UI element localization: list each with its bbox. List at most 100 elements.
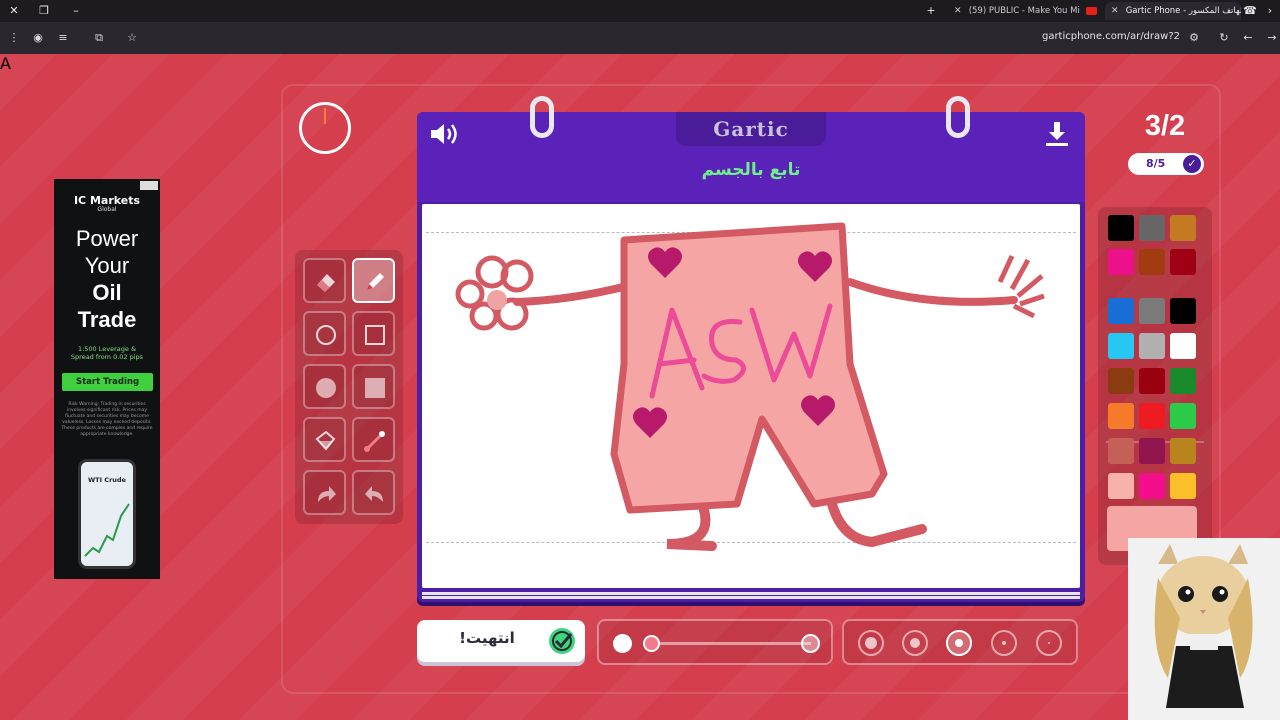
color-swatch[interactable] <box>1108 473 1134 499</box>
site-settings-icon[interactable]: ⚙ <box>1186 30 1202 46</box>
color-swatch[interactable] <box>1170 249 1196 275</box>
tab-search-icon[interactable]: › <box>1262 3 1278 19</box>
notebook-ring <box>946 96 970 138</box>
ad-badge-icon[interactable]: A <box>0 54 1280 73</box>
minimize-window-icon[interactable]: – <box>68 3 84 19</box>
notebook-ring <box>530 96 554 138</box>
fill-bucket-tool[interactable] <box>303 417 346 462</box>
close-tab-icon[interactable]: ✕ <box>954 2 966 20</box>
address-bar: ⋮ ◉ ≡ ⧉ ☆ garticphone.com/ar/draw?2 ⚙ ↻ … <box>0 22 1280 54</box>
profile-icon[interactable]: ☎ <box>1242 3 1258 19</box>
ad-chart-graphic <box>84 503 130 557</box>
check-circle-icon <box>549 628 575 654</box>
tab-search-list-icon[interactable]: ≡ <box>55 30 71 46</box>
ad-headline-line: Power <box>75 226 139 251</box>
color-swatch[interactable] <box>1139 298 1165 324</box>
square-outline-icon <box>365 325 385 345</box>
paper-edge <box>422 596 1080 599</box>
restore-window-icon[interactable]: ❐ <box>36 3 52 19</box>
line-tool[interactable] <box>352 417 395 462</box>
drawing-canvas[interactable] <box>422 204 1080 588</box>
pencil-icon <box>367 273 384 290</box>
opacity-option[interactable] <box>1036 630 1062 656</box>
color-swatch[interactable] <box>1170 403 1196 429</box>
ad-headline-line: Oil <box>92 280 122 305</box>
done-button[interactable]: انتهيت! <box>417 620 585 662</box>
paper-edge <box>422 592 1080 595</box>
undo-tool[interactable] <box>352 470 395 515</box>
color-swatch[interactable] <box>1170 473 1196 499</box>
pencil-tool[interactable] <box>352 258 395 303</box>
brush-size-large[interactable] <box>801 634 820 653</box>
tab-gartic-title: Gartic Phone - الهاتف المكسور <box>1125 6 1241 16</box>
ad-start-trading-button[interactable]: Start Trading <box>62 373 153 391</box>
round-counter: 3/2 <box>1144 110 1186 142</box>
brush-size-small[interactable] <box>613 634 632 653</box>
color-swatch[interactable] <box>1139 333 1165 359</box>
opacity-option[interactable] <box>991 630 1017 656</box>
color-swatch[interactable] <box>1108 333 1134 359</box>
tab-youtube[interactable]: ✕ (59) PUBLIC - Make You Mi <box>948 2 1102 20</box>
opacity-option-selected[interactable] <box>946 630 972 656</box>
ellipse-outline-tool[interactable] <box>303 311 346 356</box>
color-swatch[interactable] <box>1139 403 1165 429</box>
line-icon <box>364 431 385 452</box>
ad-phone-label: WTI Crude <box>88 476 126 484</box>
bookmark-star-icon[interactable]: ☆ <box>124 30 140 46</box>
color-swatch[interactable] <box>1108 438 1134 464</box>
color-swatch[interactable] <box>1139 473 1165 499</box>
gartic-logo: Gartic <box>676 112 826 146</box>
advertisement[interactable]: IC Markets Global Power Your Oil Trade 1… <box>54 179 160 579</box>
sound-toggle[interactable] <box>429 120 463 150</box>
opacity-option[interactable] <box>858 630 884 656</box>
tab-gartic[interactable]: ✕ Gartic Phone - الهاتف المكسور <box>1105 2 1241 20</box>
shorts-drawing <box>455 222 1045 551</box>
color-swatch[interactable] <box>1139 215 1165 241</box>
ad-leverage: 1:500 Leverage & Spread from 0.02 pips <box>54 345 160 361</box>
menu-dots-icon[interactable]: ⋮ <box>6 30 22 46</box>
color-swatch[interactable] <box>1108 368 1134 394</box>
color-swatch[interactable] <box>1108 249 1134 275</box>
drawing-notebook: Gartic تابع بالجسم <box>417 112 1085 602</box>
url-text[interactable]: garticphone.com/ar/draw?2 <box>1042 31 1180 42</box>
close-tab-icon[interactable]: ✕ <box>1111 2 1123 20</box>
ad-risk-warning: Risk Warning: Trading in securities invo… <box>61 402 153 437</box>
players-done-badge: 8/5 ✓ <box>1128 153 1204 175</box>
redo-tool[interactable] <box>303 470 346 515</box>
color-swatch[interactable] <box>1108 403 1134 429</box>
color-swatch[interactable] <box>1170 438 1196 464</box>
circle-filled-icon <box>316 378 336 398</box>
color-swatch[interactable] <box>1170 215 1196 241</box>
reload-icon[interactable]: ↻ <box>1216 30 1232 46</box>
brush-size-handle[interactable] <box>643 635 660 652</box>
download-button[interactable] <box>1043 120 1073 150</box>
browser-tab-bar: ✕ ❐ – + ✕ (59) PUBLIC - Make You Mi ✕ Ga… <box>0 0 1280 22</box>
ad-choices-icon[interactable] <box>140 181 158 190</box>
ellipse-filled-tool[interactable] <box>303 364 346 409</box>
eraser-tool[interactable] <box>303 258 346 303</box>
done-button-label: انتهيت! <box>459 629 515 647</box>
back-icon[interactable]: ← <box>1240 30 1256 46</box>
color-swatch[interactable] <box>1170 298 1196 324</box>
rectangle-filled-tool[interactable] <box>352 364 395 409</box>
ad-spread-line: Spread from 0.02 pips <box>70 353 144 361</box>
paint-bucket-icon <box>315 430 336 451</box>
close-window-icon[interactable]: ✕ <box>6 3 22 19</box>
color-swatch[interactable] <box>1108 215 1134 241</box>
color-swatch[interactable] <box>1139 438 1165 464</box>
rectangle-outline-tool[interactable] <box>352 311 395 356</box>
circle-outline-icon <box>316 325 336 345</box>
new-tab-icon[interactable]: + <box>923 3 939 19</box>
youtube-icon <box>1085 6 1097 15</box>
color-swatch[interactable] <box>1108 298 1134 324</box>
opacity-option[interactable] <box>902 630 928 656</box>
forward-icon[interactable]: → <box>1264 30 1280 46</box>
brush-size-slider[interactable] <box>597 619 833 665</box>
extension-icon[interactable]: ◉ <box>30 30 46 46</box>
extensions-puzzle-icon[interactable]: ⧉ <box>91 30 107 46</box>
color-swatch[interactable] <box>1170 333 1196 359</box>
brush-opacity-selector <box>842 619 1078 665</box>
color-swatch[interactable] <box>1139 368 1165 394</box>
color-swatch[interactable] <box>1170 368 1196 394</box>
color-swatch[interactable] <box>1139 249 1165 275</box>
